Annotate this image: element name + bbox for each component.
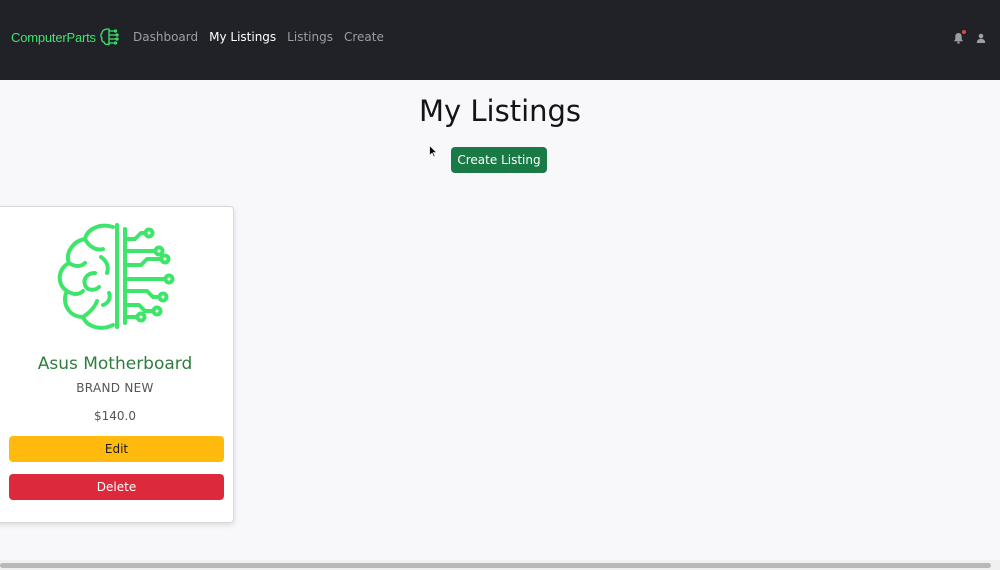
listing-title: Asus Motherboard: [37, 354, 193, 374]
page-title: My Listings: [418, 94, 582, 128]
scrollbar-thumb[interactable]: [0, 563, 991, 568]
user-icon: [976, 33, 986, 43]
brand-link[interactable]: ComputerParts: [11, 27, 119, 47]
nav-actions: [952, 29, 987, 46]
main-nav: Dashboard My Listings Listings Create: [133, 30, 384, 44]
listing-condition: BRAND NEW: [76, 381, 154, 395]
brain-circuit-icon: [57, 223, 175, 330]
create-listing-button[interactable]: Create Listing: [451, 147, 547, 173]
listing-card: Asus Motherboard BRAND NEW $140.0 Edit D…: [0, 206, 234, 523]
notifications-button[interactable]: [952, 29, 967, 46]
horizontal-scrollbar[interactable]: [0, 560, 1000, 570]
user-menu-button[interactable]: [975, 30, 987, 46]
mouse-pointer-icon: [429, 145, 438, 158]
brand-name: ComputerParts: [11, 29, 96, 45]
nav-create[interactable]: Create: [344, 30, 384, 44]
edit-button[interactable]: Edit: [9, 436, 224, 462]
listing-price: $140.0: [94, 409, 136, 423]
nav-dashboard[interactable]: Dashboard: [133, 30, 198, 44]
notification-dot: [961, 29, 967, 35]
nav-listings[interactable]: Listings: [287, 30, 333, 44]
nav-my-listings[interactable]: My Listings: [209, 30, 276, 44]
delete-button[interactable]: Delete: [9, 474, 224, 500]
brain-circuit-logo-icon: [100, 28, 119, 46]
navbar: ComputerParts Dashboard My Listings List…: [0, 0, 1000, 80]
